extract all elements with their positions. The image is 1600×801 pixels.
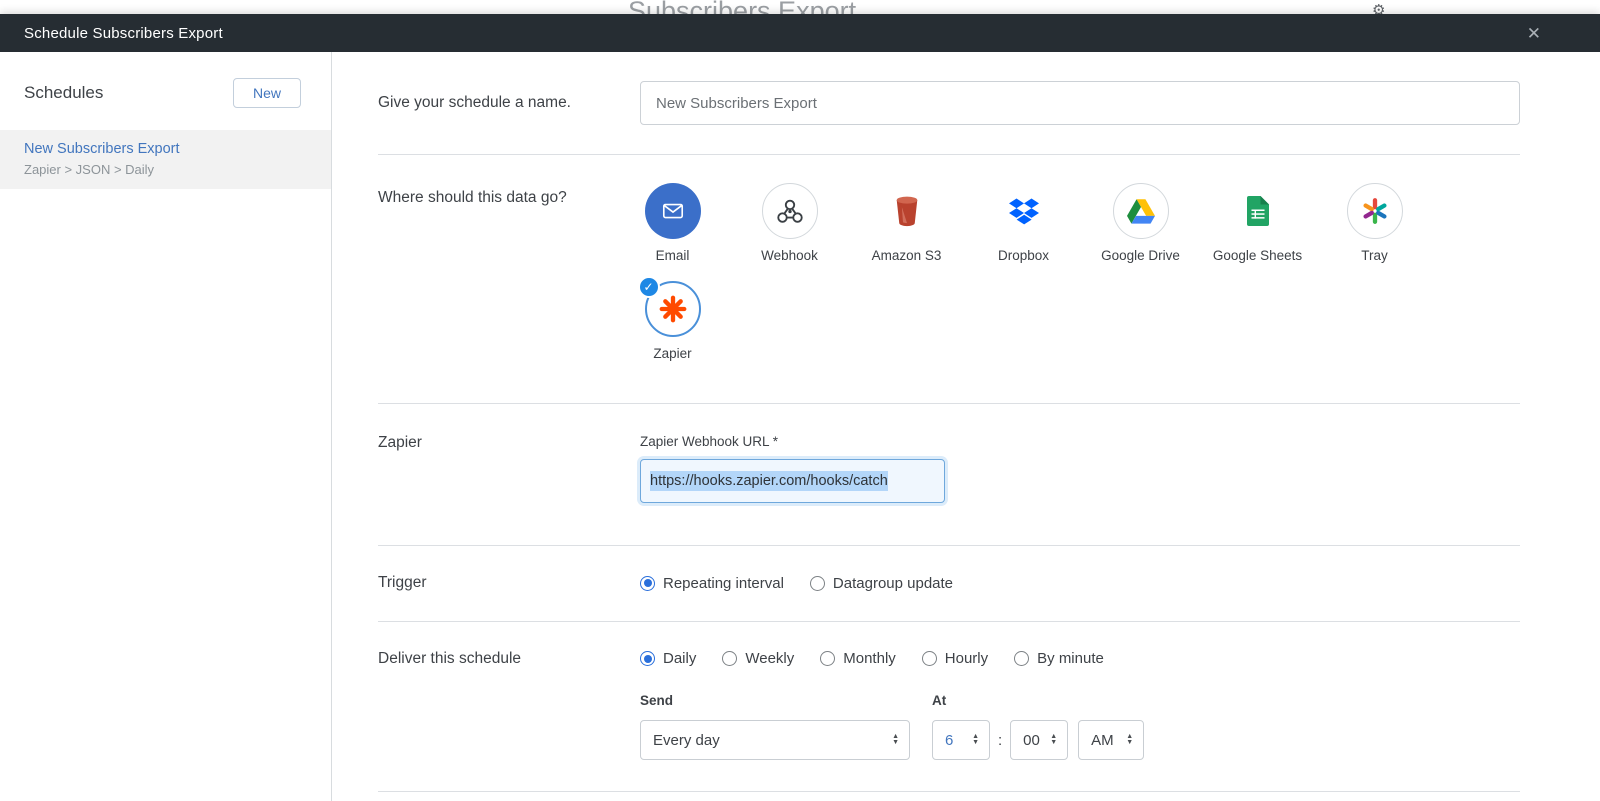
deliver-option-monthly[interactable]: Monthly [820,650,896,667]
schedule-item-title[interactable]: New Subscribers Export [24,141,307,157]
meridiem-select[interactable]: AM ▲ ▼ [1078,720,1145,760]
at-label: At [932,693,947,708]
selected-check-icon: ✓ [637,276,660,298]
destination-google-drive[interactable]: Google Drive [1082,183,1199,263]
modal-body: Schedules New New Subscribers Export Zap… [0,52,1600,801]
hour-select[interactable]: 6 ▲ ▼ [932,720,990,760]
close-icon[interactable]: ✕ [1527,25,1541,42]
destination-row: Where should this data go? Email Webhook… [378,155,1520,404]
url-selected-text: https://hooks.zapier.com/hooks/catch [650,471,888,491]
radio-icon [809,575,825,591]
stepper-icon: ▲ ▼ [972,733,979,746]
send-label: Send [640,693,674,708]
google-sheets-icon [1229,183,1286,239]
destination-webhook[interactable]: Webhook [731,183,848,263]
trigger-row: Trigger Repeating interval Datagroup upd… [378,546,1520,622]
radio-icon [640,651,655,666]
destination-grid: Email Webhook Amazon S3 Dropbox Google D… [614,183,1520,379]
zapier-webhook-url-input[interactable]: https://hooks.zapier.com/hooks/catch [640,459,945,503]
amazon-s3-icon [878,183,935,239]
radio-icon [921,651,937,666]
background-page: Subscribers Export ⚙ [0,0,1600,14]
deliver-frequency-options: Daily Weekly Monthly Hourly By minute [640,650,1520,667]
destination-label: Where should this data go? [378,189,567,206]
google-drive-icon [1112,183,1169,239]
trigger-options: Repeating interval Datagroup update [640,575,1520,592]
stepper-icon: ▲ ▼ [1050,733,1058,746]
deliver-row: Deliver this schedule Daily Weekly Month… [378,622,1520,792]
zapier-section-label: Zapier [378,434,422,451]
deliver-option-weekly[interactable]: Weekly [722,650,794,667]
schedule-list-item[interactable]: New Subscribers Export Zapier > JSON > D… [0,130,331,189]
stepper-icon: ▲ ▼ [892,733,899,746]
radio-icon [722,651,738,666]
send-at-block: Send Every day ▲ ▼ At 6 ▲ ▼: 00 ▲ ▼ AM … [640,693,1520,760]
schedule-form: Give your schedule a name. Where should … [332,52,1600,801]
destination-zapier[interactable]: ✓ Zapier [614,276,731,361]
destination-tray[interactable]: Tray [1316,183,1433,263]
modal-title: Schedule Subscribers Export [24,24,223,42]
tray-icon [1346,183,1403,239]
page-title: Subscribers Export [628,0,856,14]
deliver-option-hourly[interactable]: Hourly [921,650,988,667]
send-select[interactable]: Every day ▲ ▼ [640,720,910,760]
minute-select[interactable]: 00 ▲ ▼ [1010,720,1069,760]
schedule-item-breadcrumb: Zapier > JSON > Daily [24,162,155,177]
zapier-row: Zapier Zapier Webhook URL * https://hook… [378,404,1520,546]
zapier-webhook-url-label: Zapier Webhook URL * [640,434,779,449]
radio-icon [640,575,655,591]
name-label: Give your schedule a name. [378,94,571,111]
webhook-icon [761,183,818,239]
schedule-export-modal: Schedule Subscribers Export ✕ Schedules … [0,14,1600,801]
trigger-label: Trigger [378,574,427,591]
schedule-name-input[interactable] [640,81,1520,125]
gear-icon[interactable]: ⚙ [1372,1,1385,14]
deliver-option-daily[interactable]: Daily [640,650,696,667]
new-schedule-button[interactable]: New [232,78,301,108]
deliver-label: Deliver this schedule [378,650,522,667]
destination-email[interactable]: Email [614,183,731,263]
time-separator: : [998,731,1003,749]
sidebar-heading: Schedules [24,83,104,102]
modal-header: Schedule Subscribers Export ✕ [0,14,1600,52]
email-icon [644,183,701,239]
destination-google-sheets[interactable]: Google Sheets [1199,183,1316,263]
at-column: At 6 ▲ ▼ : 00 ▲ ▼ AM ▲ ▼ [932,693,1145,760]
send-column: Send Every day ▲ ▼ [640,693,910,760]
destination-dropbox[interactable]: Dropbox [965,183,1082,263]
deliver-option-by-minute[interactable]: By minute [1014,650,1104,667]
trigger-option-repeating-interval[interactable]: Repeating interval [640,575,784,592]
sidebar-header: Schedules New [0,78,331,108]
radio-icon [1014,651,1030,666]
name-row: Give your schedule a name. [378,52,1520,155]
radio-icon [820,651,836,666]
destination-amazon-s3[interactable]: Amazon S3 [848,183,965,263]
dropbox-icon [995,183,1052,239]
zapier-icon: ✓ [637,276,701,337]
trigger-option-datagroup-update[interactable]: Datagroup update [809,575,953,592]
schedules-sidebar: Schedules New New Subscribers Export Zap… [0,52,332,801]
stepper-icon: ▲ ▼ [1126,733,1134,746]
